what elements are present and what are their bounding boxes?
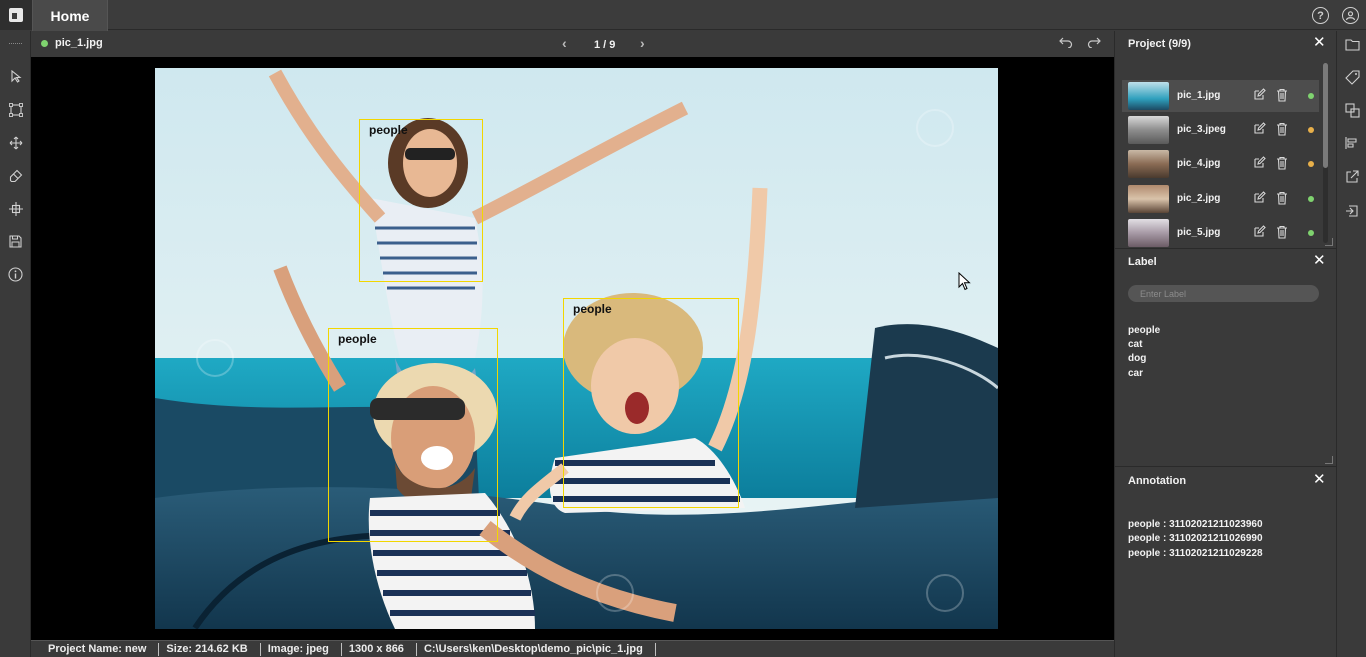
file-status-dot [1308, 161, 1314, 167]
close-icon[interactable]: ✕ [1313, 253, 1326, 268]
panel-resize-handle[interactable] [1325, 238, 1333, 246]
project-panel: Project (9/9) ✕ pic_1.jpg pic_3.jpeg pic… [1114, 31, 1336, 249]
bbox-label: people [369, 123, 408, 137]
annotation-item[interactable]: people : 31102021211023960 [1128, 519, 1263, 530]
file-name: pic_4.jpg [1177, 158, 1221, 169]
edit-icon[interactable] [1252, 190, 1266, 205]
status-project-name: Project Name: new [41, 642, 160, 656]
label-item[interactable]: dog [1128, 353, 1146, 364]
tag-icon[interactable] [1344, 69, 1360, 85]
prev-image-button[interactable]: ‹ [562, 35, 567, 51]
file-name: pic_5.jpg [1177, 227, 1221, 238]
annotated-photo[interactable]: people people people [155, 68, 998, 629]
scrollbar-thumb[interactable] [1323, 63, 1328, 168]
annotation-bbox[interactable]: people [563, 298, 739, 508]
file-status-dot [1308, 127, 1314, 133]
status-image-type: Image: jpeg [261, 642, 342, 656]
file-thumbnail [1128, 116, 1169, 144]
tab-home[interactable]: Home [32, 0, 108, 31]
label-item[interactable]: cat [1128, 339, 1142, 350]
pointer-icon[interactable] [8, 69, 23, 84]
status-file-size: Size: 214.62 KB [159, 642, 261, 656]
crosshair-icon[interactable] [8, 201, 23, 216]
file-name: pic_1.jpg [1177, 90, 1221, 101]
status-dimensions: 1300 x 866 [342, 642, 417, 656]
panel-resize-handle[interactable] [1325, 456, 1333, 464]
label-panel-title: Label [1128, 256, 1157, 268]
right-toolbar [1336, 31, 1366, 657]
annotation-panel-title: Annotation [1128, 475, 1187, 487]
trash-icon[interactable] [1275, 121, 1289, 136]
edit-icon[interactable] [1252, 121, 1266, 136]
label-input[interactable] [1128, 285, 1319, 302]
annotation-bbox[interactable]: people [359, 119, 483, 282]
status-file-path: C:\Users\ken\Desktop\demo_pic\pic_1.jpg [417, 642, 656, 656]
file-list-item[interactable]: pic_4.jpg [1122, 148, 1319, 180]
trash-icon[interactable] [1275, 224, 1289, 239]
close-icon[interactable]: ✕ [1313, 472, 1326, 487]
rectangle-icon[interactable] [8, 102, 23, 117]
page-indicator: 1 / 9 [594, 39, 616, 51]
file-name: pic_3.jpeg [1177, 124, 1226, 135]
annotation-bbox[interactable]: people [328, 328, 498, 542]
info-icon[interactable] [8, 267, 23, 282]
file-thumbnail [1128, 219, 1169, 247]
annotation-item[interactable]: people : 31102021211026990 [1128, 533, 1263, 544]
file-status-dot [1308, 196, 1314, 202]
edit-icon[interactable] [1252, 155, 1266, 170]
help-icon[interactable]: ? [1312, 7, 1329, 24]
trash-icon[interactable] [1275, 190, 1289, 205]
label-item[interactable]: car [1128, 368, 1143, 379]
file-thumbnail [1128, 150, 1169, 178]
app-logo [0, 0, 32, 30]
left-toolbar [0, 31, 31, 657]
file-list-item[interactable]: pic_1.jpg [1122, 80, 1319, 112]
file-status-dot [41, 40, 48, 47]
annotation-item[interactable]: people : 31102021211029228 [1128, 548, 1263, 559]
status-bar: Project Name: new Size: 214.62 KB Image:… [31, 640, 1114, 657]
file-list-item[interactable]: pic_5.jpg [1122, 217, 1319, 249]
file-list-scrollbar[interactable] [1323, 63, 1328, 243]
label-item[interactable]: people [1128, 325, 1160, 336]
image-canvas[interactable]: people people people [31, 57, 1114, 640]
eraser-icon[interactable] [8, 168, 23, 183]
edit-icon[interactable] [1252, 224, 1266, 239]
file-name: pic_2.jpg [1177, 193, 1221, 204]
file-status-dot [1308, 230, 1314, 236]
save-icon[interactable] [8, 234, 23, 249]
toolbar-handle[interactable] [9, 43, 22, 44]
close-icon[interactable]: ✕ [1313, 35, 1326, 50]
move-icon[interactable] [8, 135, 23, 150]
next-image-button[interactable]: › [640, 35, 645, 51]
file-status-dot [1308, 93, 1314, 99]
align-icon[interactable] [1344, 135, 1360, 151]
file-thumbnail [1128, 185, 1169, 213]
file-thumbnail [1128, 82, 1169, 110]
annotation-panel: Annotation ✕ people : 31102021211023960 … [1114, 467, 1336, 657]
trash-icon[interactable] [1275, 155, 1289, 170]
user-icon[interactable] [1342, 7, 1359, 24]
layers-icon[interactable] [1344, 102, 1360, 118]
folder-icon[interactable] [1344, 36, 1360, 52]
export-icon[interactable] [1344, 169, 1360, 185]
bbox-label: people [573, 302, 612, 316]
edit-icon[interactable] [1252, 87, 1266, 102]
undo-icon[interactable] [1059, 35, 1073, 52]
import-icon[interactable] [1344, 203, 1360, 219]
label-panel: Label ✕ people cat dog car [1114, 249, 1336, 467]
file-list-item[interactable]: pic_3.jpeg [1122, 114, 1319, 146]
redo-icon[interactable] [1087, 35, 1101, 52]
trash-icon[interactable] [1275, 87, 1289, 102]
pagination: ‹ 1 / 9 › [560, 35, 650, 53]
current-file-name: pic_1.jpg [55, 37, 103, 49]
bbox-label: people [338, 332, 377, 346]
file-list-item[interactable]: pic_2.jpg [1122, 183, 1319, 215]
mouse-cursor-icon [958, 272, 971, 291]
project-panel-title: Project (9/9) [1128, 38, 1191, 50]
top-bar: Home ? [0, 0, 1366, 31]
